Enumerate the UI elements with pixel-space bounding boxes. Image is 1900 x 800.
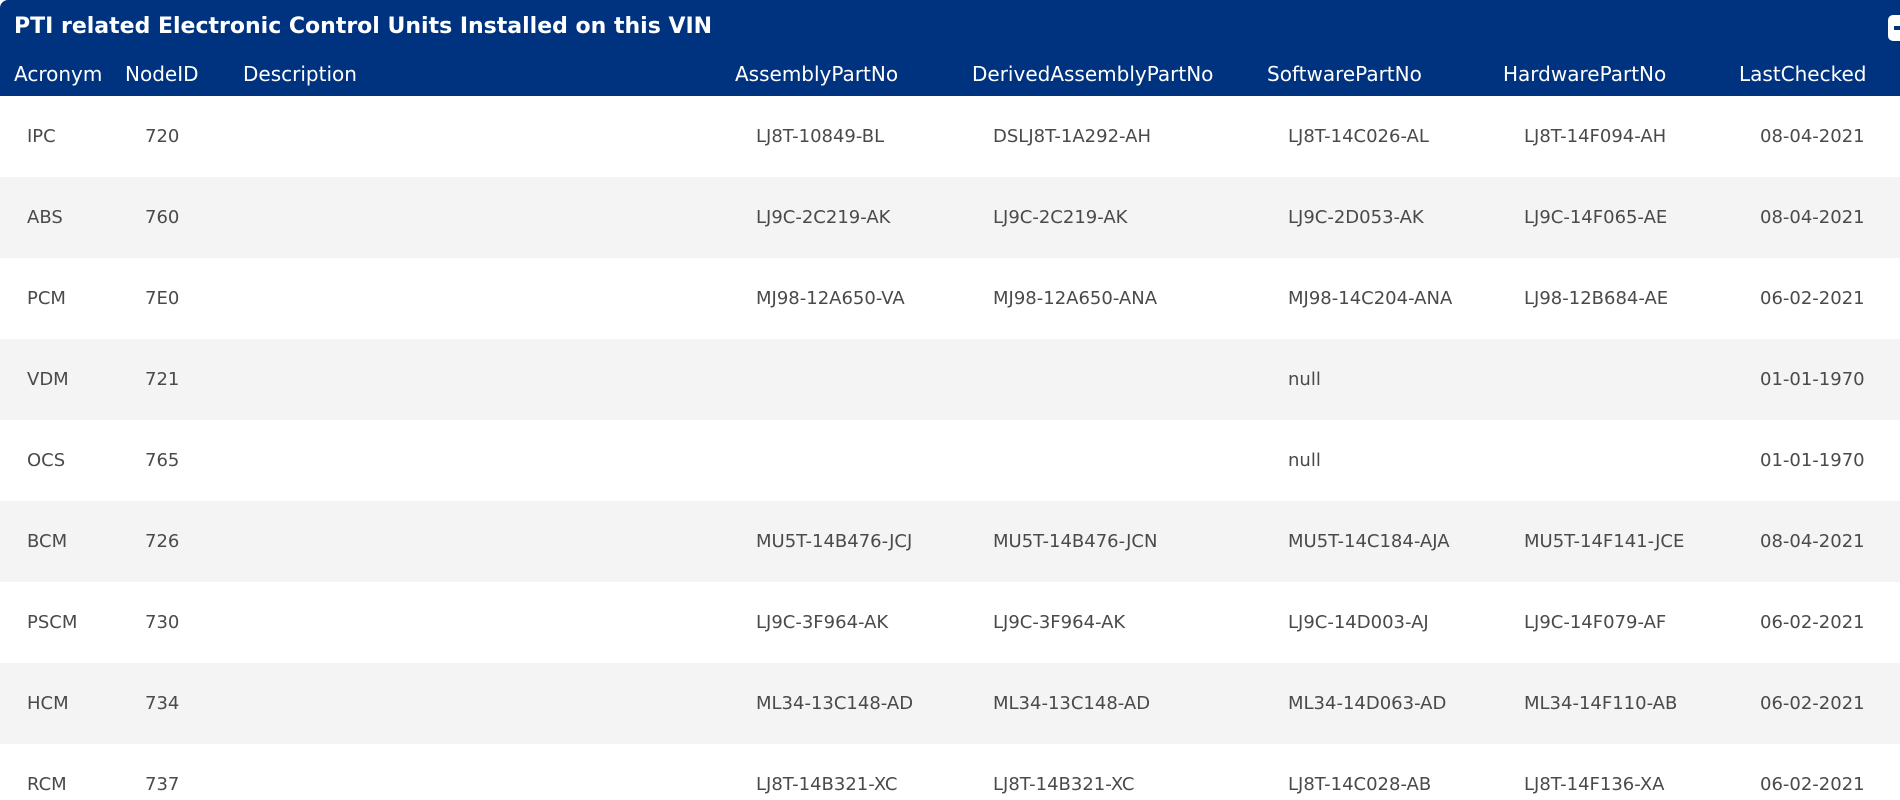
table-row[interactable]: HCM 734 ML34-13C148-AD ML34-13C148-AD ML34-1…	[0, 663, 1900, 744]
column-header-software-part-no[interactable]: SoftwarePartNo	[1267, 62, 1422, 86]
cell-acronym: OCS	[27, 450, 66, 471]
cell-software-part-no: LJ8T-14C028-AB	[1288, 774, 1432, 795]
cell-acronym: VDM	[27, 369, 69, 390]
cell-hardware-part-no: ML34-14F110-AB	[1524, 693, 1678, 714]
cell-software-part-no: null	[1288, 369, 1321, 390]
cell-node-id: 737	[145, 774, 180, 795]
cell-assembly-part-no: MJ98-12A650-VA	[756, 288, 905, 309]
cell-hardware-part-no: MU5T-14F141-JCE	[1524, 531, 1685, 552]
cell-hardware-part-no: LJ8T-14F094-AH	[1524, 126, 1667, 147]
cell-node-id: 720	[145, 126, 180, 147]
cell-node-id: 726	[145, 531, 180, 552]
panel-title: PTI related Electronic Control Units Ins…	[14, 14, 713, 39]
table-row[interactable]: PCM 7E0 MJ98-12A650-VA MJ98-12A650-ANA MJ98-…	[0, 258, 1900, 339]
table-row[interactable]: VDM 721 null 01-01-1970	[0, 339, 1900, 420]
cell-acronym: PCM	[27, 288, 66, 309]
cell-node-id: 7E0	[145, 288, 180, 309]
column-header-last-checked[interactable]: LastChecked	[1739, 62, 1866, 86]
cell-derived-assembly-part-no: MU5T-14B476-JCN	[993, 531, 1158, 552]
cell-last-checked: 06-02-2021	[1760, 693, 1865, 714]
cell-derived-assembly-part-no: LJ9C-2C219-AK	[993, 207, 1128, 228]
table-body: IPC 720 LJ8T-10849-BL DSLJ8T-1A292-AH LJ8T-1…	[0, 96, 1900, 800]
cell-last-checked: 01-01-1970	[1760, 369, 1865, 390]
table-row[interactable]: RCM 737 LJ8T-14B321-XC LJ8T-14B321-XC LJ8T-1…	[0, 744, 1900, 800]
cell-software-part-no: LJ9C-2D053-AK	[1288, 207, 1424, 228]
cell-hardware-part-no: LJ8T-14F136-XA	[1524, 774, 1665, 795]
cell-acronym: RCM	[27, 774, 67, 795]
minus-icon	[1894, 26, 1900, 30]
cell-acronym: BCM	[27, 531, 68, 552]
cell-derived-assembly-part-no: MJ98-12A650-ANA	[993, 288, 1158, 309]
cell-node-id: 765	[145, 450, 180, 471]
cell-acronym: ABS	[27, 207, 63, 228]
cell-software-part-no: ML34-14D063-AD	[1288, 693, 1447, 714]
cell-software-part-no: LJ9C-14D003-AJ	[1288, 612, 1429, 633]
table-row[interactable]: BCM 726 MU5T-14B476-JCJ MU5T-14B476-JCN MU5T…	[0, 501, 1900, 582]
cell-hardware-part-no: LJ9C-14F065-AE	[1524, 207, 1668, 228]
cell-derived-assembly-part-no: ML34-13C148-AD	[993, 693, 1151, 714]
cell-node-id: 734	[145, 693, 180, 714]
cell-assembly-part-no: ML34-13C148-AD	[756, 693, 914, 714]
collapse-toggle-button[interactable]	[1888, 15, 1900, 41]
cell-software-part-no: LJ8T-14C026-AL	[1288, 126, 1429, 147]
column-header-description[interactable]: Description	[243, 62, 357, 86]
table-row[interactable]: IPC 720 LJ8T-10849-BL DSLJ8T-1A292-AH LJ8T-1…	[0, 96, 1900, 177]
cell-last-checked: 08-04-2021	[1760, 207, 1865, 228]
cell-derived-assembly-part-no: LJ9C-3F964-AK	[993, 612, 1126, 633]
cell-assembly-part-no: LJ8T-14B321-XC	[756, 774, 898, 795]
cell-assembly-part-no: LJ9C-3F964-AK	[756, 612, 889, 633]
cell-last-checked: 08-04-2021	[1760, 126, 1865, 147]
cell-software-part-no: MJ98-14C204-ANA	[1288, 288, 1453, 309]
cell-last-checked: 06-02-2021	[1760, 288, 1865, 309]
table-row[interactable]: PSCM 730 LJ9C-3F964-AK LJ9C-3F964-AK LJ9C-14…	[0, 582, 1900, 663]
panel-header: PTI related Electronic Control Units Ins…	[0, 0, 1900, 96]
cell-derived-assembly-part-no: DSLJ8T-1A292-AH	[993, 126, 1151, 147]
cell-acronym: IPC	[27, 126, 56, 147]
column-header-assembly-part-no[interactable]: AssemblyPartNo	[735, 62, 898, 86]
cell-hardware-part-no: LJ98-12B684-AE	[1524, 288, 1669, 309]
cell-software-part-no: MU5T-14C184-AJA	[1288, 531, 1450, 552]
cell-node-id: 730	[145, 612, 180, 633]
column-header-derived-assembly-part-no[interactable]: DerivedAssemblyPartNo	[972, 62, 1213, 86]
table-row[interactable]: ABS 760 LJ9C-2C219-AK LJ9C-2C219-AK LJ9C-2D0…	[0, 177, 1900, 258]
cell-last-checked: 08-04-2021	[1760, 531, 1865, 552]
column-header-hardware-part-no[interactable]: HardwarePartNo	[1503, 62, 1666, 86]
cell-acronym: PSCM	[27, 612, 78, 633]
column-header-acronym[interactable]: Acronym	[14, 62, 102, 86]
cell-last-checked: 06-02-2021	[1760, 774, 1865, 795]
cell-assembly-part-no: LJ9C-2C219-AK	[756, 207, 891, 228]
cell-node-id: 760	[145, 207, 180, 228]
cell-last-checked: 06-02-2021	[1760, 612, 1865, 633]
cell-assembly-part-no: MU5T-14B476-JCJ	[756, 531, 913, 552]
table-row[interactable]: OCS 765 null 01-01-1970	[0, 420, 1900, 501]
column-header-node-id[interactable]: NodeID	[125, 62, 199, 86]
cell-node-id: 721	[145, 369, 180, 390]
ecu-panel: PTI related Electronic Control Units Ins…	[0, 0, 1900, 800]
cell-software-part-no: null	[1288, 450, 1321, 471]
cell-last-checked: 01-01-1970	[1760, 450, 1865, 471]
cell-derived-assembly-part-no: LJ8T-14B321-XC	[993, 774, 1135, 795]
cell-assembly-part-no: LJ8T-10849-BL	[756, 126, 885, 147]
cell-hardware-part-no: LJ9C-14F079-AF	[1524, 612, 1667, 633]
cell-acronym: HCM	[27, 693, 69, 714]
